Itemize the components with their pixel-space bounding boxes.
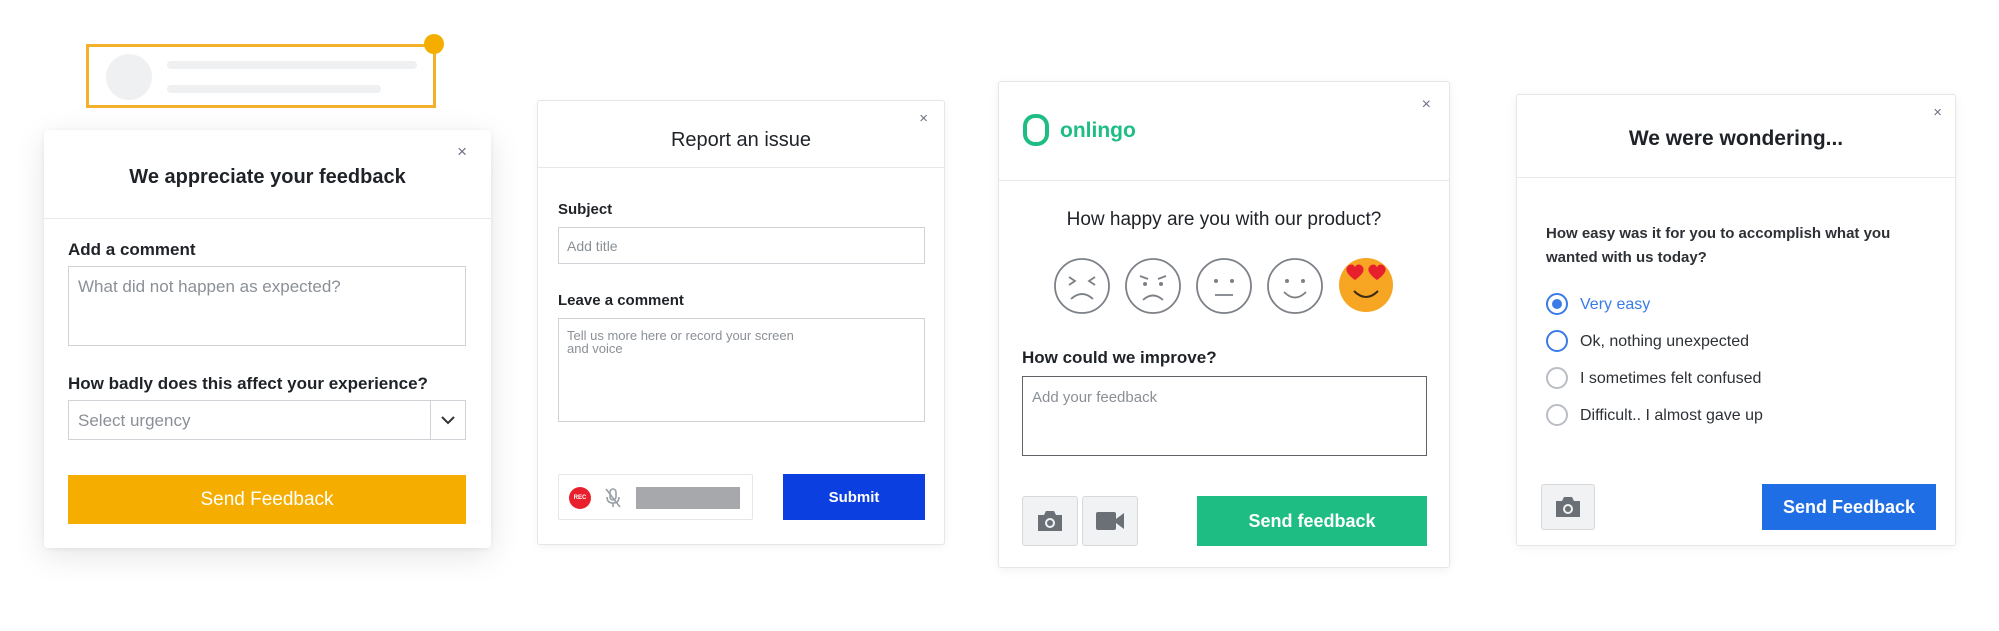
- camera-icon: [1556, 497, 1580, 517]
- text-placeholder-line: [167, 61, 417, 69]
- screenshot-button[interactable]: [1022, 496, 1078, 546]
- comment-textarea[interactable]: Tell us more here or record your screen …: [558, 318, 925, 422]
- subject-label: Subject: [558, 201, 613, 218]
- record-video-button[interactable]: [1082, 496, 1138, 546]
- screenshot-button[interactable]: [1541, 484, 1595, 530]
- card-header: onlingo: [999, 82, 1449, 181]
- rec-badge-label: REC: [573, 495, 587, 501]
- subject-placeholder: Add title: [567, 238, 618, 254]
- radio-selected-dot: [1552, 299, 1562, 309]
- select-divider: [430, 401, 431, 439]
- card-header: We were wondering...: [1517, 95, 1955, 178]
- happy-face-icon[interactable]: [1266, 257, 1324, 315]
- comment-label: Add a comment: [68, 240, 196, 259]
- card-title: We were wondering...: [1628, 127, 1844, 150]
- chevron-down-icon: [441, 416, 455, 425]
- recording-toolbar: REC: [558, 474, 753, 520]
- feedback-card-appreciate: × We appreciate your feedback Add a comm…: [44, 130, 491, 548]
- comment-textarea[interactable]: What did not happen as expected?: [68, 266, 466, 346]
- report-issue-card: × Report an issue Subject Add title Leav…: [537, 100, 945, 545]
- radio-difficult[interactable]: [1546, 404, 1568, 426]
- audio-level-bar: [636, 487, 740, 509]
- comment-placeholder: What did not happen as expected?: [78, 277, 341, 296]
- survey-question: How easy was it for you to accomplish wh…: [1546, 225, 1891, 266]
- satisfaction-question: How happy are you with our product?: [1066, 209, 1382, 230]
- comment-placeholder-line-2: and voice: [567, 341, 623, 356]
- card-header: We appreciate your feedback: [44, 130, 491, 219]
- comment-label: Leave a comment: [558, 292, 684, 309]
- notification-dot: [424, 34, 444, 54]
- radio-sometimes-confused[interactable]: [1546, 367, 1568, 389]
- send-feedback-button[interactable]: Send Feedback: [1762, 484, 1936, 530]
- improve-label: How could we improve?: [1022, 348, 1217, 367]
- radio-very-easy[interactable]: [1546, 293, 1568, 315]
- urgency-label: How badly does this affect your experien…: [68, 374, 428, 393]
- very-unhappy-face-icon[interactable]: [1053, 257, 1111, 315]
- radio-label-difficult[interactable]: Difficult.. I almost gave up: [1580, 407, 1763, 425]
- send-feedback-button[interactable]: Send Feedback: [68, 475, 466, 524]
- heart-eyes-face-icon[interactable]: [1336, 254, 1396, 314]
- onlingo-logo-icon: [1023, 114, 1049, 146]
- microphone-off-icon[interactable]: [604, 487, 622, 509]
- video-camera-icon: [1096, 512, 1124, 530]
- radio-label-very-easy[interactable]: Very easy: [1580, 296, 1650, 314]
- improve-placeholder: Add your feedback: [1032, 389, 1158, 406]
- radio-ok-nothing-unexpected[interactable]: [1546, 330, 1568, 352]
- record-button[interactable]: REC: [569, 487, 591, 509]
- radio-label-sometimes-confused[interactable]: I sometimes felt confused: [1580, 370, 1761, 388]
- text-placeholder-line: [167, 85, 381, 93]
- subject-input[interactable]: Add title: [558, 227, 925, 264]
- card-title: We appreciate your feedback: [129, 166, 406, 188]
- urgency-select[interactable]: Select urgency: [68, 400, 466, 440]
- collapsed-preview-card: [86, 44, 436, 108]
- send-feedback-button[interactable]: Send feedback: [1197, 496, 1427, 546]
- improve-textarea[interactable]: Add your feedback: [1022, 376, 1427, 456]
- wondering-survey-card: × We were wondering... How easy was it f…: [1516, 94, 1956, 546]
- urgency-selected-value: Select urgency: [78, 411, 191, 430]
- unhappy-face-icon[interactable]: [1124, 257, 1182, 315]
- avatar-placeholder: [106, 54, 152, 100]
- radio-label-ok-nothing-unexpected[interactable]: Ok, nothing unexpected: [1580, 333, 1749, 351]
- product-happiness-card: × onlingo How happy are you with our pro…: [998, 81, 1450, 568]
- submit-button[interactable]: Submit: [783, 474, 925, 520]
- card-title: Report an issue: [670, 129, 812, 151]
- camera-icon: [1038, 511, 1062, 531]
- card-header: Report an issue: [538, 101, 944, 168]
- brand-name: onlingo: [1060, 119, 1136, 142]
- neutral-face-icon[interactable]: [1195, 257, 1253, 315]
